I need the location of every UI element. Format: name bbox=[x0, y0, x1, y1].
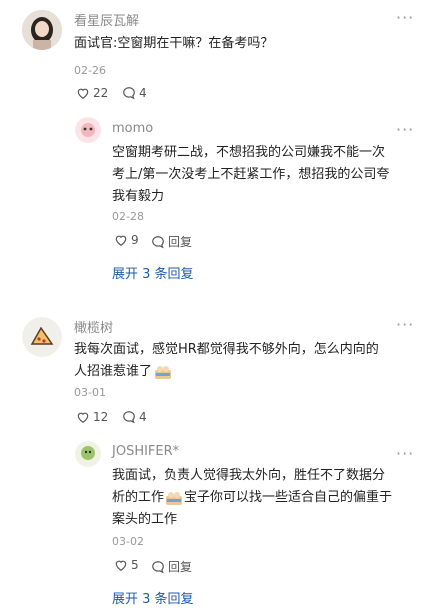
reply-avatar[interactable] bbox=[75, 117, 101, 143]
comment-icon bbox=[123, 87, 135, 100]
reply-text-line: 案头的工作 bbox=[112, 512, 178, 527]
more-options-icon[interactable]: ··· bbox=[396, 444, 414, 463]
comment-text-line: 人招谁惹谁了 bbox=[74, 361, 172, 383]
comment-author[interactable]: 看星辰瓦解 bbox=[74, 10, 139, 29]
like-button[interactable]: 5 bbox=[114, 558, 139, 572]
reply-count-button[interactable]: 4 bbox=[122, 410, 147, 424]
reply-button[interactable]: 回复 bbox=[151, 233, 192, 250]
reply-text-segment: 析的工作 bbox=[112, 490, 165, 505]
heart-icon bbox=[77, 412, 89, 423]
like-button[interactable]: 22 bbox=[76, 86, 108, 100]
heart-icon bbox=[77, 88, 89, 99]
reply-text-line: 我有毅力 bbox=[112, 189, 165, 204]
comment-date: 03-01 bbox=[74, 386, 106, 399]
comment-author[interactable]: 橄榄树 bbox=[74, 317, 113, 336]
comment-text-line-2: 人招谁惹谁了 bbox=[74, 364, 153, 379]
like-count: 12 bbox=[93, 410, 109, 424]
like-button[interactable]: 9 bbox=[114, 233, 139, 247]
comment-icon bbox=[123, 411, 135, 424]
like-count: 9 bbox=[131, 233, 139, 247]
comment-icon bbox=[152, 560, 164, 573]
reply-date: 02-28 bbox=[112, 210, 144, 223]
reply-text-line: 我面试，负责人觉得我太外向，胜任不了数据分 bbox=[112, 468, 386, 483]
heart-icon bbox=[115, 560, 127, 571]
reply-count: 4 bbox=[139, 86, 147, 100]
more-options-icon[interactable]: ··· bbox=[396, 315, 414, 334]
like-count: 5 bbox=[131, 558, 139, 572]
comment-date: 02-26 bbox=[74, 64, 106, 77]
like-button[interactable]: 12 bbox=[76, 410, 108, 424]
avatar[interactable] bbox=[22, 317, 62, 357]
expand-replies-link[interactable]: 展开 3 条回复 bbox=[112, 588, 194, 607]
reply-text-segment: 宝子你可以找一些适合自己的偏重于 bbox=[184, 490, 393, 505]
expand-replies-link[interactable]: 展开 3 条回复 bbox=[112, 263, 194, 282]
emoji-icon bbox=[166, 492, 183, 505]
reply-label: 回复 bbox=[168, 235, 193, 249]
reply-count-button[interactable]: 4 bbox=[122, 86, 147, 100]
reply-avatar[interactable] bbox=[75, 441, 101, 467]
reply-author[interactable]: momo bbox=[112, 121, 153, 136]
reply-count: 4 bbox=[139, 410, 147, 424]
reply-text-line: 空窗期考研二战，不想招我的公司嫌我不能一次 bbox=[112, 145, 386, 160]
comment-icon bbox=[152, 235, 164, 248]
reply-button[interactable]: 回复 bbox=[151, 558, 192, 575]
comment-text: 面试官:空窗期在干嘛？在备考吗？ bbox=[74, 36, 274, 51]
more-options-icon[interactable]: ··· bbox=[396, 120, 414, 139]
avatar[interactable] bbox=[22, 10, 62, 50]
emoji-icon bbox=[155, 366, 172, 379]
heart-icon bbox=[115, 235, 127, 246]
comment-text-line: 我每次面试，感觉HR都觉得我不够外向，怎么内向的 bbox=[74, 342, 379, 357]
reply-date: 03-02 bbox=[112, 535, 144, 548]
reply-label: 回复 bbox=[168, 560, 193, 574]
like-count: 22 bbox=[93, 86, 109, 100]
reply-text-line: 析的工作 宝子你可以找一些适合自己的偏重于 bbox=[112, 487, 392, 509]
reply-author[interactable]: JOSHIFER* bbox=[112, 444, 179, 459]
reply-text-line: 考上/第一次没考上不赶紧工作，想招我的公司夸 bbox=[112, 167, 390, 182]
more-options-icon[interactable]: ··· bbox=[396, 8, 414, 27]
